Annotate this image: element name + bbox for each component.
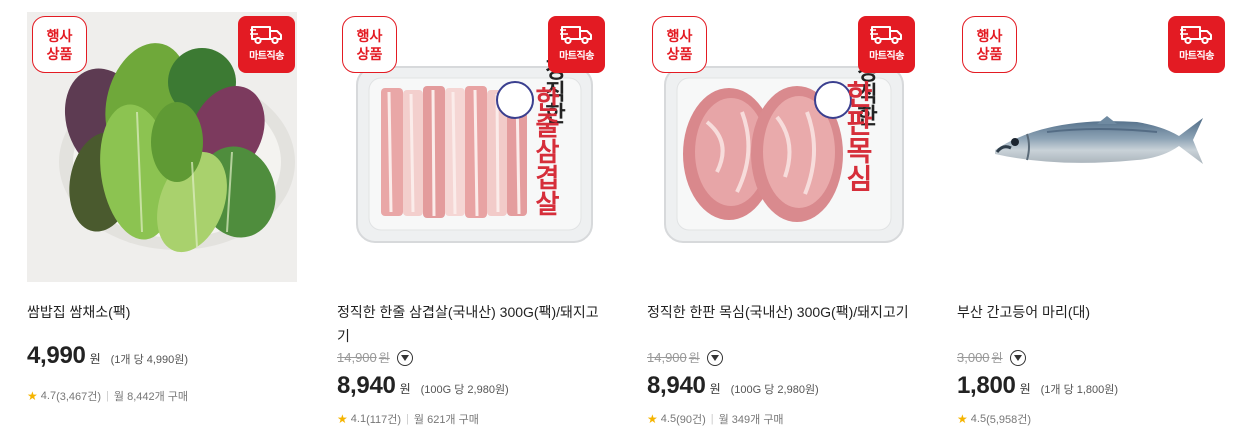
review-count: (117건)	[366, 414, 402, 426]
review-count: (3,467건)	[56, 391, 102, 403]
original-price: 3,000 원	[957, 350, 1003, 365]
currency-label: 원	[709, 382, 721, 396]
event-product-badge: 행사 상품	[962, 16, 1017, 73]
event-badge-line2: 상품	[356, 45, 383, 62]
sale-price: 8,940	[337, 372, 396, 399]
product-card[interactable]: 행사 상품 마트직송 부산 간고등어 마리(대) 3,000 원 1,800 원 …	[957, 12, 1229, 442]
chevron-down-icon	[1013, 354, 1022, 361]
star-icon: ★	[27, 389, 38, 403]
product-name[interactable]: 부산 간고등어 마리(대)	[957, 300, 1225, 324]
mart-delivery-badge: 마트직송	[858, 16, 915, 73]
chevron-down-icon	[400, 354, 409, 361]
event-badge-line2: 상품	[976, 45, 1003, 62]
price-row: 8,940 원 (100G 당 2,980원)	[337, 372, 509, 400]
truck-icon	[1179, 26, 1212, 45]
rating-value: 4.5	[970, 413, 987, 425]
monthly-sales: 월 8,442개 구매	[113, 391, 189, 403]
rating-row: ★ 4.1 (117건) | 월 621개 구매	[337, 411, 479, 427]
product-name[interactable]: 정직한 한판 목심(국내산) 300G(팩)/돼지고기	[647, 300, 915, 324]
discount-info-button[interactable]	[1009, 349, 1026, 366]
divider: |	[710, 413, 714, 425]
currency-label: 원	[1019, 382, 1031, 396]
original-price: 14,900 원	[647, 350, 700, 365]
price-row: 8,940 원 (100G 당 2,980원)	[647, 372, 819, 400]
sale-price: 1,800	[957, 372, 1016, 399]
review-count: (90건)	[676, 414, 706, 426]
event-product-badge: 행사 상품	[342, 16, 397, 73]
pack-label: 한줄삼겹살	[530, 86, 560, 216]
product-name[interactable]: 정직한 한줄 삼겹살(국내산) 300G(팩)/돼지고기	[337, 300, 605, 348]
event-badge-line1: 행사	[46, 27, 73, 44]
event-badge-line2: 상품	[666, 45, 693, 62]
truck-icon	[869, 26, 902, 45]
mart-delivery-badge: 마트직송	[548, 16, 605, 73]
rating-value: 4.7	[40, 390, 57, 402]
sale-price: 4,990	[27, 342, 86, 369]
monthly-sales: 월 349개 구매	[718, 414, 784, 426]
divider: |	[106, 390, 109, 402]
mart-badge-text: 마트직송	[559, 51, 594, 62]
currency-label: 원	[399, 382, 411, 396]
mart-delivery-badge: 마트직송	[1168, 16, 1225, 73]
price-row: 4,990 원 (1개 당 4,990원)	[27, 342, 188, 370]
unit-price: (100G 당 2,980원)	[420, 384, 509, 396]
price-row: 1,800 원 (1개 당 1,800원)	[957, 372, 1118, 400]
original-price-row: 14,900 원	[647, 349, 723, 366]
event-badge-line1: 행사	[666, 27, 693, 44]
rating-row: ★ 4.7 (3,467건) | 월 8,442개 구매	[27, 388, 188, 404]
rating-row: ★ 4.5 (5,958건)	[957, 411, 1031, 427]
mart-badge-text: 마트직송	[249, 51, 284, 62]
event-product-badge: 행사 상품	[652, 16, 707, 73]
star-icon: ★	[647, 412, 658, 426]
chevron-down-icon	[710, 354, 719, 361]
mart-badge-text: 마트직송	[869, 51, 904, 62]
rating-value: 4.1	[350, 413, 367, 425]
rating-row: ★ 4.5 (90건) | 월 349개 구매	[647, 411, 784, 427]
pack-label: 한판목심	[842, 80, 875, 192]
divider: |	[406, 413, 409, 425]
currency-label: 원	[89, 352, 101, 366]
product-name[interactable]: 쌈밥집 쌈채소(팩)	[27, 300, 295, 324]
event-badge-line2: 상품	[46, 45, 73, 62]
truck-icon	[559, 26, 592, 45]
event-badge-line1: 행사	[356, 27, 383, 44]
review-count: (5,958건)	[986, 414, 1032, 426]
mart-delivery-badge: 마트직송	[238, 16, 295, 73]
product-card[interactable]: 정직한 한판목심 행사 상품 마트직송 정직한 한판 목심(국내산) 300G(…	[647, 12, 919, 442]
product-card[interactable]: 정직한 한줄삼겹살 행사 상품 마트직송 정직한 한줄 삼겹살(국내산) 300…	[337, 12, 609, 442]
truck-icon	[249, 26, 282, 45]
unit-price: (1개 당 1,800원)	[1040, 384, 1119, 396]
sale-price: 8,940	[647, 372, 706, 399]
star-icon: ★	[957, 412, 968, 426]
original-price-row: 14,900 원	[337, 349, 413, 366]
unit-price: (1개 당 4,990원)	[110, 354, 189, 366]
unit-price: (100G 당 2,980원)	[730, 384, 819, 396]
original-price: 14,900 원	[337, 350, 390, 365]
monthly-sales: 월 621개 구매	[413, 414, 479, 426]
discount-info-button[interactable]	[706, 349, 723, 366]
event-badge-line1: 행사	[976, 27, 1003, 44]
discount-info-button[interactable]	[396, 349, 413, 366]
product-card[interactable]: 행사 상품 마트직송 쌈밥집 쌈채소(팩) 4,990 원 (1개 당 4,99…	[27, 12, 299, 442]
mart-badge-text: 마트직송	[1179, 51, 1214, 62]
star-icon: ★	[337, 412, 348, 426]
event-product-badge: 행사 상품	[32, 16, 87, 73]
original-price-row: 3,000 원	[957, 349, 1026, 366]
rating-value: 4.5	[660, 413, 677, 425]
